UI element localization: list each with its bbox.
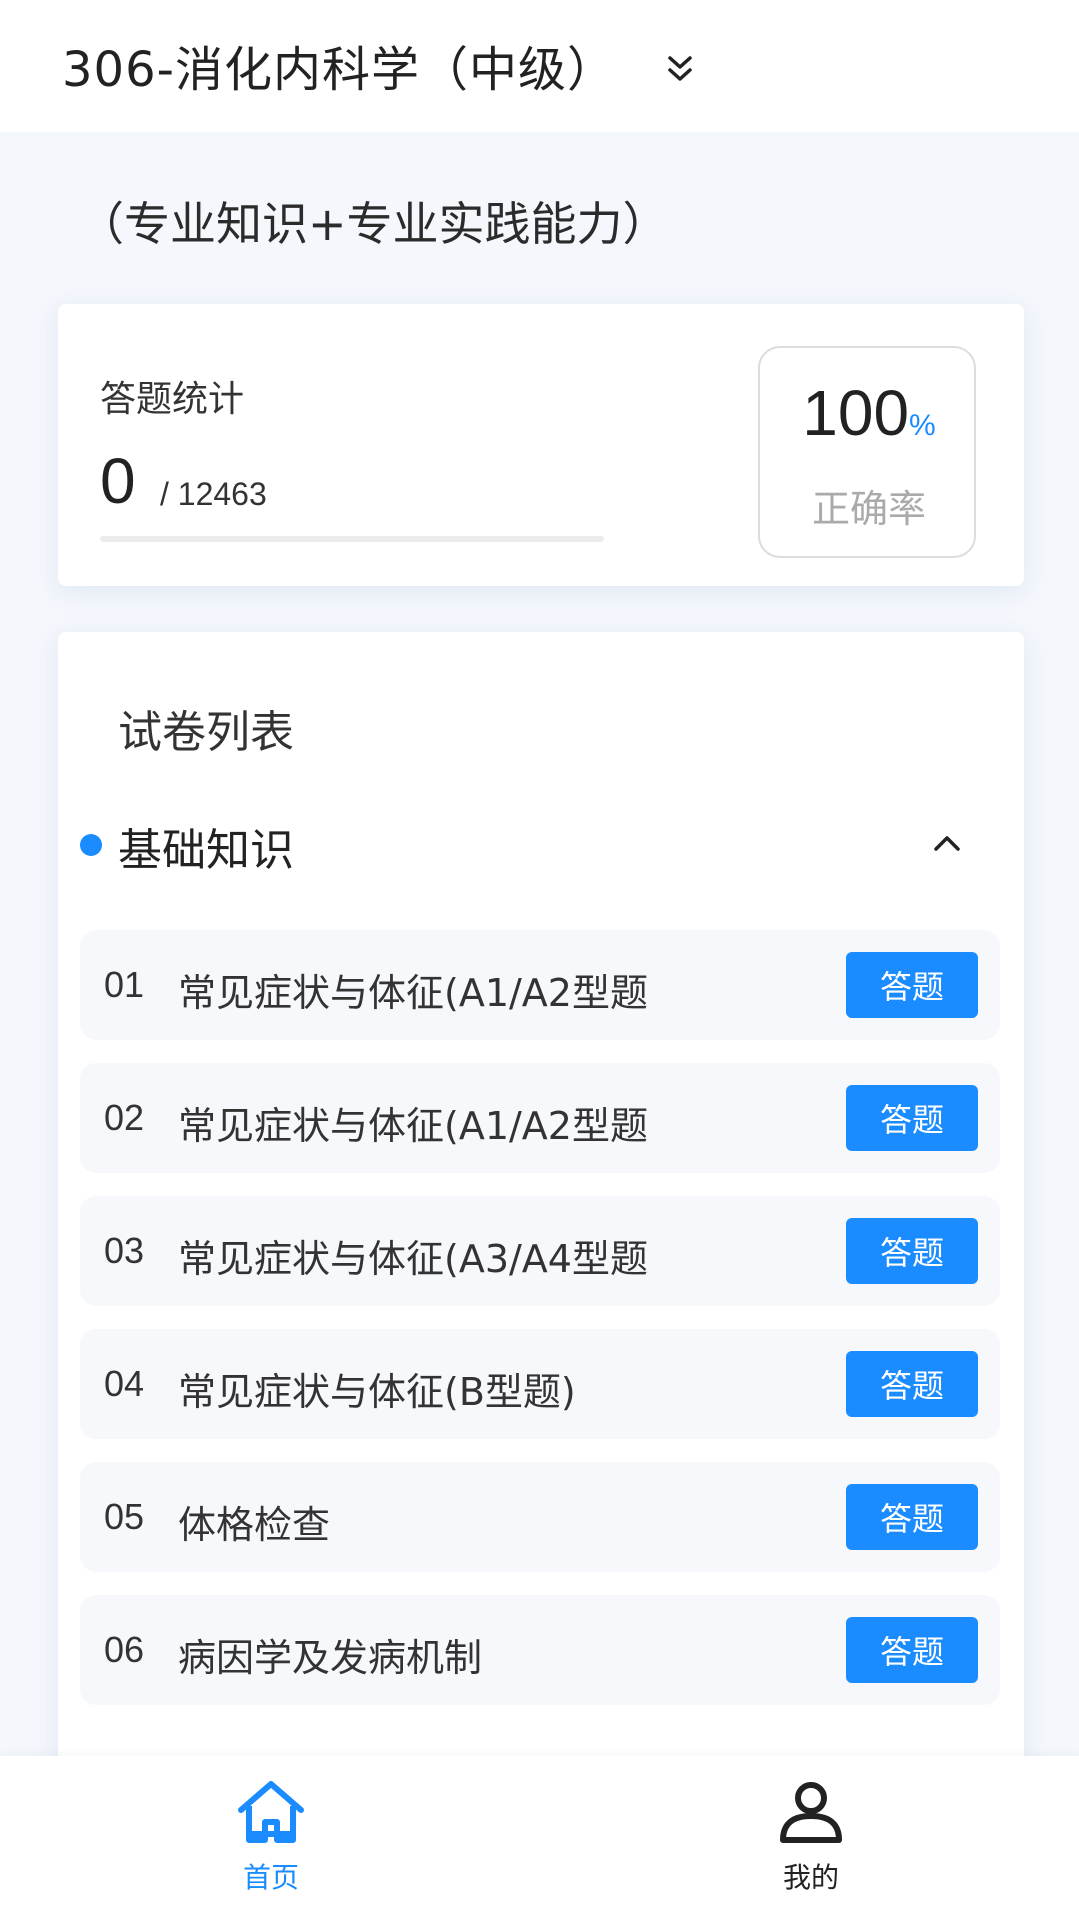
paper-list-card: 试卷列表 基础知识 01 常见症状与体征(A1/A2型题 答题 02 常见症状与体征(A… [58,632,1024,1919]
chevron-up-icon[interactable] [930,826,964,860]
answer-button[interactable]: 答题 [846,1351,978,1417]
header-bar: 306-消化内科学（中级） [0,0,1079,132]
paper-number: 03 [104,1230,145,1271]
app-screen: 306-消化内科学（中级） （专业知识+专业实践能力） 答题统计 0 / 124… [0,0,1079,1919]
nav-mine-label: 我的 [782,1861,839,1894]
accuracy-unit: % [909,409,936,442]
paper-name: 体格检查 [178,1503,331,1547]
paper-name: 常见症状与体征(A1/A2型题 [178,971,648,1015]
paper-item[interactable]: 02 常见症状与体征(A1/A2型题 答题 [80,1063,1000,1173]
paper-number: 01 [104,964,145,1005]
accuracy-label: 正确率 [811,487,926,531]
stats-card: 答题统计 0 / 12463 100% 正确率 [58,304,1024,586]
nav-mine[interactable]: 我的 [711,1756,911,1919]
nav-home-label: 首页 [242,1861,299,1894]
section-dot [80,834,102,856]
paper-number: 04 [104,1363,145,1404]
paper-name: 常见症状与体征(B型题) [178,1370,576,1414]
paper-name: 病因学及发病机制 [178,1636,483,1680]
section-label: 基础知识 [118,825,294,876]
accuracy-value: 100% [760,376,978,450]
answered-count: 0 [100,445,136,517]
stats-label: 答题统计 [100,379,245,420]
exam-title[interactable]: 306-消化内科学（中级） [62,30,616,100]
paper-number: 06 [104,1629,145,1670]
accuracy-box: 100% 正确率 [758,346,976,558]
paper-number: 05 [104,1496,145,1537]
nav-home[interactable]: 首页 [171,1756,371,1919]
bottom-nav: 首页 我的 [0,1756,1079,1919]
paper-item[interactable]: 06 病因学及发病机制 答题 [80,1595,1000,1705]
answer-button[interactable]: 答题 [846,952,978,1018]
paper-item[interactable]: 05 体格检查 答题 [80,1462,1000,1572]
paper-item[interactable]: 03 常见症状与体征(A3/A4型题 答题 [80,1196,1000,1306]
answer-button[interactable]: 答题 [846,1484,978,1550]
paper-item[interactable]: 04 常见症状与体征(B型题) 答题 [80,1329,1000,1439]
user-icon [780,1782,842,1843]
exam-subtitle: （专业知识+专业实践能力） [78,197,669,251]
paper-name: 常见症状与体征(A3/A4型题 [178,1237,648,1281]
answer-button[interactable]: 答题 [846,1218,978,1284]
paper-list-title: 试卷列表 [118,707,294,758]
paper-number: 02 [104,1097,145,1138]
total-count: / 12463 [160,476,267,512]
paper-item[interactable]: 01 常见症状与体征(A1/A2型题 答题 [80,930,1000,1040]
paper-name: 常见症状与体征(A1/A2型题 [178,1104,648,1148]
home-icon [238,1781,304,1843]
double-chevron-down-icon[interactable] [660,50,700,90]
section-header-basic-knowledge[interactable]: 基础知识 [80,812,1000,876]
answer-button[interactable]: 答题 [846,1617,978,1683]
answer-button[interactable]: 答题 [846,1085,978,1151]
progress-bar [100,536,604,542]
accuracy-number: 100 [802,377,910,449]
